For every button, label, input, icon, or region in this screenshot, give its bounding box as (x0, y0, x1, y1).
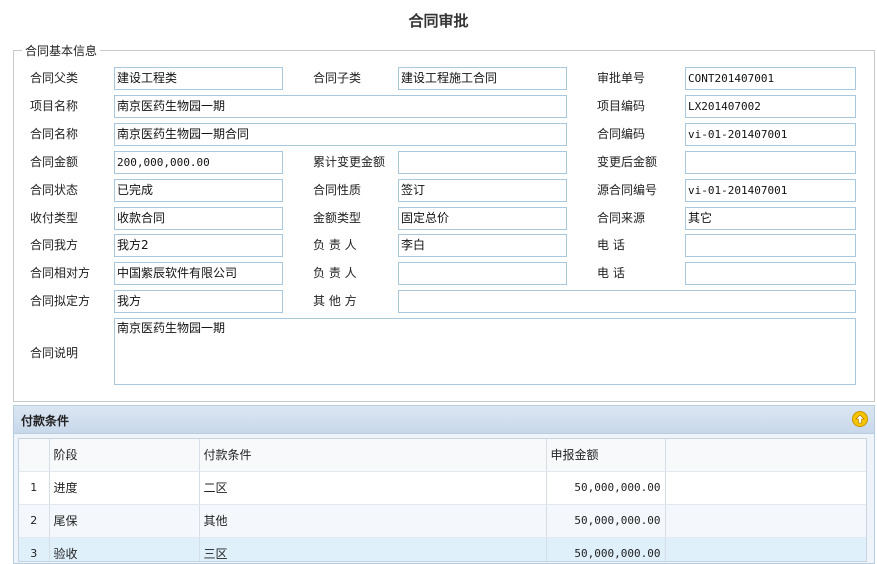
cumulative-change-label: 累计变更金额 (313, 155, 386, 169)
source-contract-no-label: 源合同编号 (597, 183, 658, 197)
contract-status-label: 合同状态 (30, 183, 79, 197)
project-name-field[interactable]: 南京医药生物园一期 (114, 95, 567, 118)
principal-1-field[interactable]: 李白 (398, 234, 567, 257)
contract-parent-type-label: 合同父类 (30, 71, 79, 85)
contract-amount-field[interactable]: 200,000,000.00 (114, 151, 283, 174)
payment-conditions-header: 付款条件 (14, 406, 874, 434)
drafter-field[interactable]: 我方 (114, 290, 283, 313)
changed-amount-label: 变更后金额 (597, 155, 658, 169)
row-filler (665, 504, 866, 538)
contract-code-field[interactable]: vi-01-201407001 (685, 123, 856, 146)
row-amount: 50,000,000.00 (546, 471, 666, 505)
payment-conditions-title: 付款条件 (21, 414, 70, 428)
our-party-field[interactable]: 我方2 (114, 234, 283, 257)
arrow-up-icon[interactable] (852, 411, 868, 427)
source-contract-no-field[interactable]: vi-01-201407001 (685, 179, 856, 202)
grid-header-amount[interactable]: 申报金额 (546, 439, 666, 472)
payment-conditions-grid: 阶段 付款条件 申报金额 1 进度 二区 50,000,000.00 2 尾保 (18, 438, 867, 562)
row-stage: 验收 (49, 537, 200, 561)
row-condition: 三区 (199, 537, 547, 561)
description-label: 合同说明 (30, 346, 79, 360)
contract-sub-type-field[interactable]: 建设工程施工合同 (398, 67, 567, 90)
contract-status-field[interactable]: 已完成 (114, 179, 283, 202)
contract-code-label: 合同编码 (597, 127, 646, 141)
description-textarea[interactable]: 南京医药生物园一期 (114, 318, 856, 385)
contract-source-label: 合同来源 (597, 211, 646, 225)
other-party-field[interactable] (398, 290, 856, 313)
phone-2-label: 电 话 (597, 266, 625, 280)
row-index: 2 (19, 504, 50, 538)
table-row[interactable]: 1 进度 二区 50,000,000.00 (19, 471, 866, 505)
contract-nature-label: 合同性质 (313, 183, 362, 197)
drafter-label: 合同拟定方 (30, 294, 91, 308)
contract-name-label: 合同名称 (30, 127, 79, 141)
project-code-field[interactable]: LX201407002 (685, 95, 856, 118)
changed-amount-field[interactable] (685, 151, 856, 174)
contract-parent-type-field[interactable]: 建设工程类 (114, 67, 283, 90)
row-filler (665, 471, 866, 505)
phone-1-label: 电 话 (597, 238, 625, 252)
row-filler (665, 537, 866, 561)
principal-1-label: 负 责 人 (313, 238, 357, 252)
grid-header-index (19, 439, 50, 472)
row-stage: 尾保 (49, 504, 200, 538)
payment-conditions-panel: 付款条件 阶段 付款条件 申报金额 1 进度 二区 50,000,000.00 … (13, 405, 875, 564)
contract-sub-type-label: 合同子类 (313, 71, 362, 85)
grid-header-filler (665, 439, 866, 472)
contract-name-field[interactable]: 南京医药生物园一期合同 (114, 123, 567, 146)
counterparty-label: 合同相对方 (30, 266, 91, 280)
payment-type-label: 收付类型 (30, 211, 79, 225)
project-code-label: 项目编码 (597, 99, 646, 113)
contract-nature-field[interactable]: 签订 (398, 179, 567, 202)
phone-2-field[interactable] (685, 262, 856, 285)
cumulative-change-field[interactable] (398, 151, 567, 174)
contract-source-field[interactable]: 其它 (685, 207, 856, 230)
approval-no-label: 审批单号 (597, 71, 646, 85)
row-amount: 50,000,000.00 (546, 504, 666, 538)
approval-no-field[interactable]: CONT201407001 (685, 67, 856, 90)
other-party-label: 其 他 方 (313, 294, 357, 308)
payment-type-field[interactable]: 收款合同 (114, 207, 283, 230)
grid-header-row: 阶段 付款条件 申报金额 (19, 439, 866, 472)
row-condition: 其他 (199, 504, 547, 538)
basic-info-legend: 合同基本信息 (22, 42, 101, 59)
principal-2-field[interactable] (398, 262, 567, 285)
principal-2-label: 负 责 人 (313, 266, 357, 280)
amount-type-field[interactable]: 固定总价 (398, 207, 567, 230)
contract-amount-label: 合同金额 (30, 155, 79, 169)
row-amount: 50,000,000.00 (546, 537, 666, 561)
counterparty-field[interactable]: 中国紫辰软件有限公司 (114, 262, 283, 285)
row-index: 3 (19, 537, 50, 561)
row-index: 1 (19, 471, 50, 505)
grid-header-stage[interactable]: 阶段 (49, 439, 200, 472)
amount-type-label: 金额类型 (313, 211, 362, 225)
our-party-label: 合同我方 (30, 238, 79, 252)
grid-header-condition[interactable]: 付款条件 (199, 439, 547, 472)
row-condition: 二区 (199, 471, 547, 505)
row-stage: 进度 (49, 471, 200, 505)
table-row[interactable]: 2 尾保 其他 50,000,000.00 (19, 504, 866, 538)
page-title: 合同审批 (408, 12, 469, 30)
project-name-label: 项目名称 (30, 99, 79, 113)
phone-1-field[interactable] (685, 234, 856, 257)
table-row[interactable]: 3 验收 三区 50,000,000.00 (19, 537, 866, 561)
